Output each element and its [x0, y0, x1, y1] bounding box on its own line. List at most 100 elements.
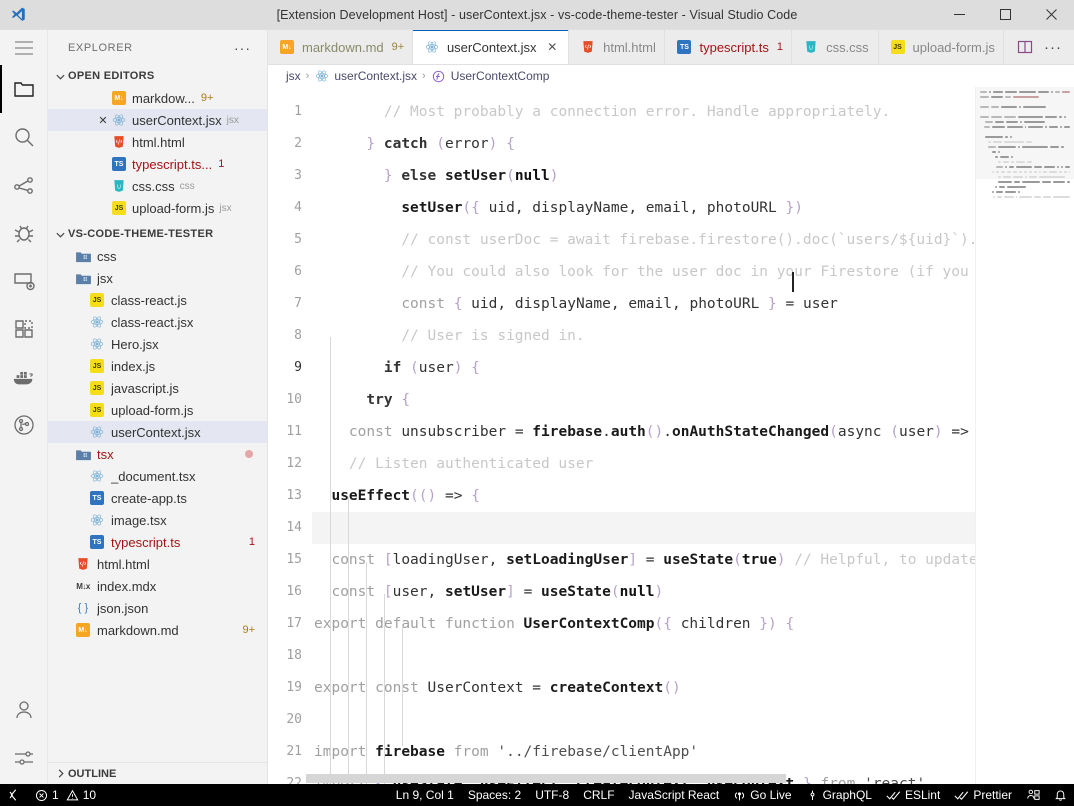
editor-tab[interactable]: TS typescript.ts 1 — [665, 30, 793, 64]
code-line[interactable] — [312, 512, 1074, 544]
status-label: Ln 9, Col 1 — [395, 788, 454, 802]
breadcrumb-item[interactable]: UserContextComp — [431, 69, 549, 83]
tree-file-item[interactable]: Hero.jsx — [48, 333, 267, 355]
code-line[interactable]: useEffect(() => { — [312, 480, 1074, 512]
code-line[interactable]: } else setUser(null) — [312, 160, 1074, 192]
editor-tab[interactable]: JS upload-form.js — [878, 30, 1004, 64]
minimap[interactable] — [975, 87, 1074, 784]
tree-file-item[interactable]: html.html — [48, 553, 267, 575]
status-eol[interactable]: CRLF — [576, 784, 621, 806]
split-editor-icon[interactable] — [1012, 34, 1038, 60]
status-language-mode[interactable]: JavaScript React — [622, 784, 727, 806]
code-line[interactable]: export const UserContext = createContext… — [312, 672, 1074, 704]
file-name: class-react.jsx — [111, 314, 194, 330]
tab-label: userContext.jsx — [446, 39, 537, 55]
problems-status[interactable]: 1 10 — [28, 784, 103, 806]
code-line[interactable]: // Listen authenticated user — [312, 448, 1074, 480]
minimap-line — [980, 136, 1070, 139]
status-prettier[interactable]: Prettier — [947, 784, 1019, 806]
code-line[interactable]: const [user, setUser] = useState(null) — [312, 576, 1074, 608]
activity-item-gitlens[interactable] — [0, 401, 48, 449]
code-line[interactable] — [312, 640, 1074, 672]
status-notifications[interactable] — [1047, 784, 1074, 806]
status-encoding[interactable]: UTF-8 — [528, 784, 576, 806]
maximize-button[interactable] — [982, 0, 1028, 30]
scrollbar-thumb[interactable] — [306, 774, 786, 783]
tree-file-item[interactable]: TS create-app.ts — [48, 487, 267, 509]
code-line[interactable]: setUser({ uid, displayName, email, photo… — [312, 192, 1074, 224]
tree-file-item[interactable]: M↓ markdown.md 9+ — [48, 619, 267, 641]
open-editor-item[interactable]: M↓ markdow... 9+ — [48, 87, 267, 109]
minimize-button[interactable] — [936, 0, 982, 30]
editor-tab[interactable]: M↓ markdown.md 9+ — [268, 30, 413, 64]
code-line[interactable]: // You could also look for the user doc … — [312, 256, 1074, 288]
code-line[interactable] — [312, 704, 1074, 736]
editor-tab[interactable]: html.html — [569, 30, 666, 64]
code-line[interactable]: const unsubscriber = firebase.auth().onA… — [312, 416, 1074, 448]
code-line[interactable]: } catch (error) { — [312, 128, 1074, 160]
remote-window-button[interactable] — [0, 784, 28, 806]
open-editor-item[interactable]: html.html — [48, 131, 267, 153]
code-line[interactable]: try { — [312, 384, 1074, 416]
code-content[interactable]: // Most probably a connection error. Han… — [312, 87, 1074, 784]
activity-item-run-and-debug[interactable] — [0, 209, 48, 257]
tree-file-item[interactable]: JS class-react.js — [48, 289, 267, 311]
activity-item-source-control[interactable] — [0, 161, 48, 209]
section-open-editors[interactable]: OPEN EDITORS — [48, 65, 267, 87]
text-cursor — [792, 272, 794, 292]
tree-file-item[interactable]: userContext.jsx — [48, 421, 267, 443]
close-icon[interactable]: ✕ — [547, 40, 559, 54]
activity-item-search[interactable] — [0, 113, 48, 161]
open-editor-item[interactable]: ✕ userContext.jsx jsx — [48, 109, 267, 131]
breadcrumb-item[interactable]: userContext.jsx — [314, 69, 417, 83]
status-graphql[interactable]: GraphQL — [799, 784, 879, 806]
activity-item-explorer[interactable] — [0, 65, 48, 113]
open-editor-item[interactable]: JS upload-form.js jsx — [48, 197, 267, 219]
tree-file-item[interactable]: class-react.jsx — [48, 311, 267, 333]
tree-file-item[interactable]: TS typescript.ts 1 — [48, 531, 267, 553]
status-eslint[interactable]: ESLint — [879, 784, 947, 806]
code-line[interactable]: const { uid, displayName, email, photoUR… — [312, 288, 1074, 320]
hamburger-menu-icon[interactable] — [0, 30, 48, 65]
tree-file-item[interactable]: { } json.json — [48, 597, 267, 619]
tree-file-item[interactable]: JS index.js — [48, 355, 267, 377]
breadcrumb-item[interactable]: jsx — [286, 69, 301, 83]
activity-item-docker[interactable] — [0, 353, 48, 401]
tree-folder-item[interactable]: css — [48, 245, 267, 267]
ellipsis-icon[interactable]: ··· — [226, 40, 259, 56]
ellipsis-icon[interactable]: ··· — [1040, 34, 1066, 60]
status-editor-position[interactable]: Ln 9, Col 1 — [389, 784, 461, 806]
tree-file-item[interactable]: image.tsx — [48, 509, 267, 531]
code-line[interactable]: import firebase from '../firebase/client… — [312, 736, 1074, 768]
activity-item-accounts[interactable] — [0, 686, 48, 734]
code-editor[interactable]: 1 2 3 4 5 6 7 8 9 10 11 12 13 14 15 16 17 18 19 20 21 22 // M… — [268, 87, 1074, 784]
code-line[interactable]: if (user) { — [312, 352, 1074, 384]
horizontal-scrollbar[interactable] — [268, 772, 975, 784]
close-button[interactable] — [1028, 0, 1074, 30]
close-icon[interactable]: ✕ — [96, 114, 110, 127]
code-line[interactable]: // Most probably a connection error. Han… — [312, 96, 1074, 128]
activity-item-manage[interactable] — [0, 734, 48, 782]
tree-file-item[interactable]: JS javascript.js — [48, 377, 267, 399]
tree-file-item[interactable]: JS upload-form.js — [48, 399, 267, 421]
code-line[interactable]: export default function UserContextComp(… — [312, 608, 1074, 640]
code-line[interactable]: const [loadingUser, setLoadingUser] = us… — [312, 544, 1074, 576]
code-line[interactable]: // const userDoc = await firebase.firest… — [312, 224, 1074, 256]
section-outline[interactable]: OUTLINE — [48, 762, 267, 784]
activity-item-extensions[interactable] — [0, 305, 48, 353]
section-project[interactable]: VS-CODE-THEME-TESTER — [48, 223, 267, 245]
editor-tab[interactable]: userContext.jsx ✕ — [412, 30, 570, 64]
editor-tab[interactable]: Ucss.css — [792, 30, 879, 64]
code-line[interactable]: // User is signed in. — [312, 320, 1074, 352]
tree-folder-item[interactable]: jsx — [48, 267, 267, 289]
tree-folder-item[interactable]: tsx — [48, 443, 267, 465]
status-go-live[interactable]: Go Live — [726, 784, 798, 806]
open-editor-item[interactable]: TS typescript.ts... 1 — [48, 153, 267, 175]
tree-file-item[interactable]: M↓x index.mdx — [48, 575, 267, 597]
react-file-icon — [88, 425, 106, 439]
activity-item-remote-explorer[interactable] — [0, 257, 48, 305]
open-editor-item[interactable]: Ucss.css css — [48, 175, 267, 197]
tree-file-item[interactable]: _document.tsx — [48, 465, 267, 487]
status-indentation[interactable]: Spaces: 2 — [461, 784, 528, 806]
status-live-share[interactable] — [1019, 784, 1047, 806]
